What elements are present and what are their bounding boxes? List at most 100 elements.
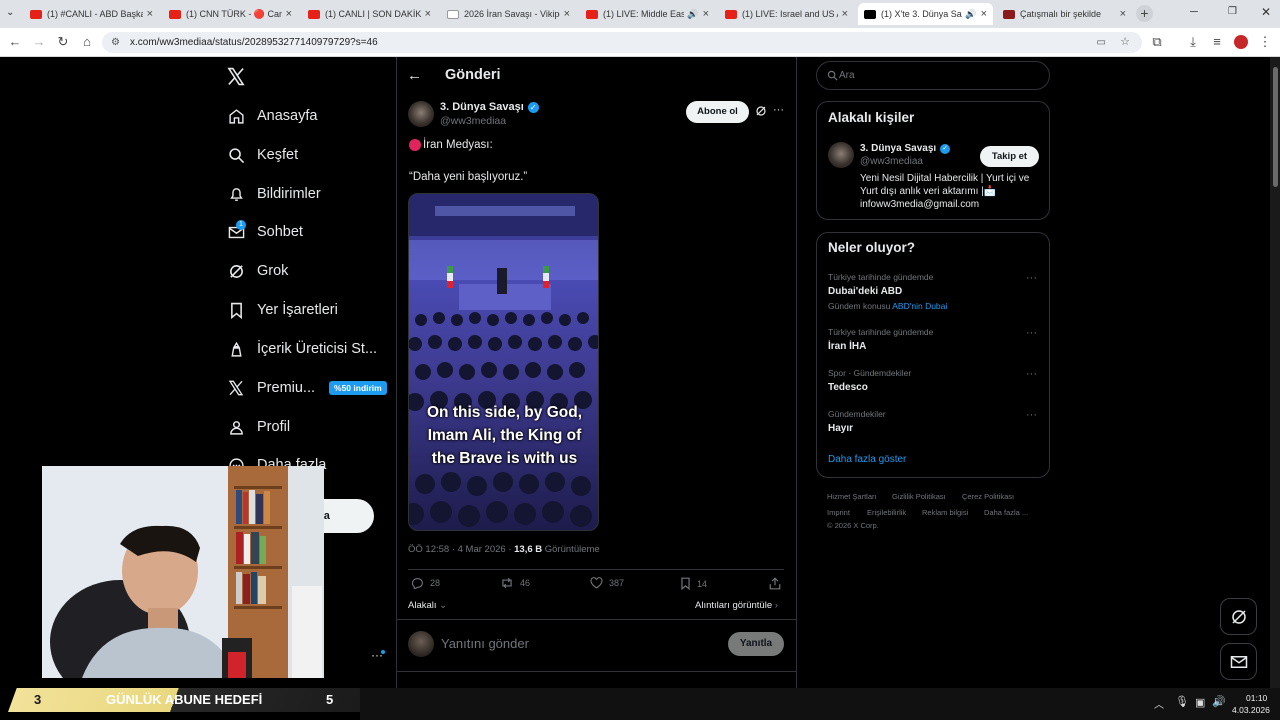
author-avatar[interactable] (408, 101, 434, 127)
footer-link[interactable]: Gizlilik Politikası (892, 492, 946, 501)
browser-tab[interactable]: (1) LIVE: Middle East 🔊 × (580, 3, 715, 25)
clock-time[interactable]: 01:10 (1246, 693, 1267, 703)
post-timestamp[interactable]: ÖÖ 12:58 · 4 Mar 2026 · (408, 544, 514, 555)
search-input[interactable]: Ara (816, 61, 1050, 90)
x-logo-icon[interactable] (226, 67, 246, 86)
tab-close-icon[interactable]: × (564, 8, 570, 20)
minimize-window-button[interactable]: ─ (1190, 6, 1198, 18)
related-name-row[interactable]: 3. Dünya Savaşı ✓ (860, 143, 951, 154)
back-arrow-button[interactable]: ← (407, 67, 422, 84)
browser-tab[interactable]: (1) CANLI | SON DAKİKA | × (302, 3, 437, 25)
trend-topic-link[interactable]: ABD'nin Dubai (892, 301, 947, 311)
tab-search-chevron-icon[interactable]: ⌄ (6, 7, 14, 18)
footer-link[interactable]: Reklam bilgisi (922, 508, 968, 517)
browser-tab[interactable]: 2026 İran Savaşı - Vikiped × (441, 3, 576, 25)
clock-date[interactable]: 4.03.2026 (1232, 705, 1270, 715)
restore-window-button[interactable]: ❐ (1228, 6, 1237, 17)
footer-link[interactable]: Imprint (827, 508, 850, 517)
bookmark-action[interactable]: 14 (680, 577, 707, 590)
repost-action[interactable]: 46 (500, 577, 530, 589)
site-info-icon[interactable]: ⚙ (111, 32, 120, 53)
account-status-dot (381, 650, 385, 654)
tab-close-icon[interactable]: × (703, 8, 709, 20)
footer-link[interactable]: Erişilebilirlik (867, 508, 906, 517)
subscribe-button[interactable]: Abone ol (686, 101, 749, 123)
display-icon[interactable]: ▣ (1195, 696, 1205, 709)
reload-icon[interactable]: ↻ (56, 35, 70, 49)
home-browser-icon[interactable]: ⌂ (80, 35, 94, 49)
related-handle[interactable]: @ww3mediaa (860, 156, 923, 167)
tab-close-icon[interactable]: × (286, 8, 292, 20)
media-control-icon[interactable]: ≡ (1210, 35, 1224, 49)
follow-button[interactable]: Takip et (980, 146, 1039, 167)
tab-close-icon[interactable]: × (981, 8, 987, 20)
footer-link[interactable]: Çerez Politikası (962, 492, 1014, 501)
back-arrow-icon[interactable]: ← (8, 35, 22, 49)
trend-item[interactable]: Türkiye tarihinde gündemde Dubai'deki ABD… (828, 272, 1040, 311)
author-name[interactable]: 3. Dünya Savaşı (440, 101, 524, 113)
nav-item[interactable]: Anasayfa (227, 103, 317, 129)
author-name-row[interactable]: 3. Dünya Savaşı ✓ (440, 101, 539, 113)
nav-item[interactable]: İçerik Üreticisi St... (227, 336, 377, 362)
trend-more-icon[interactable]: ··· (1026, 368, 1037, 380)
bookmark-star-icon[interactable]: ☆ (1120, 32, 1130, 53)
nav-item[interactable]: Grok (227, 258, 288, 284)
nav-item[interactable]: Premiu... %50 indirim (227, 375, 387, 401)
like-action[interactable]: 387 (590, 577, 624, 589)
browser-tab[interactable]: (1) LIVE: Israel and US Att × (719, 3, 854, 25)
author-handle[interactable]: @ww3mediaa (440, 115, 506, 127)
browser-menu-icon[interactable]: ⋮ (1258, 35, 1272, 49)
nav-item[interactable]: Yer İşaretleri (227, 297, 338, 323)
reply-action[interactable]: 28 (411, 577, 440, 589)
tab-close-icon[interactable]: × (1120, 8, 1126, 20)
show-more-link[interactable]: Daha fazla göster (828, 454, 906, 465)
sort-dropdown[interactable]: Alakalı ⌄ (408, 600, 447, 611)
tab-audio-icon[interactable]: 🔊 (687, 9, 698, 20)
related-name[interactable]: 3. Dünya Savaşı (860, 143, 936, 154)
messages-floating-button[interactable] (1220, 643, 1257, 680)
microphone-icon[interactable]: 🎙 (1175, 695, 1189, 708)
grok-icon[interactable] (755, 105, 767, 117)
new-tab-button[interactable]: + (1136, 5, 1153, 22)
reply-button[interactable]: Yanıtla (728, 632, 784, 656)
download-icon[interactable]: ⤓ (1186, 35, 1200, 49)
browser-tab[interactable]: (1) #CANLI - ABD Başkanı × (24, 3, 159, 25)
trend-more-icon[interactable]: ··· (1026, 409, 1037, 421)
footer-link[interactable]: Daha fazla ... (984, 508, 1028, 517)
install-app-icon[interactable]: ▭ (1097, 32, 1106, 53)
browser-tab[interactable]: (1) CNN TÜRK - 🔴 Canlı × (163, 3, 298, 25)
scrollbar-thumb[interactable] (1273, 67, 1278, 187)
trend-item[interactable]: Türkiye tarihinde gündemde İran İHA ··· (828, 327, 1040, 352)
tab-close-icon[interactable]: × (842, 8, 848, 20)
post-more-icon[interactable]: ··· (773, 104, 784, 116)
tab-audio-icon[interactable]: 🔊 (965, 9, 976, 20)
volume-icon[interactable]: 🔊 (1212, 695, 1226, 708)
premium-discount-badge: %50 indirim (329, 381, 387, 395)
tray-chevron-icon[interactable]: ︿ (1154, 696, 1164, 711)
grok-floating-button[interactable] (1220, 598, 1257, 635)
extensions-icon[interactable]: ⧉ (1150, 35, 1164, 49)
footer-link[interactable]: Hizmet Şartları (827, 492, 877, 501)
tab-close-icon[interactable]: × (425, 8, 431, 20)
tab-close-icon[interactable]: × (147, 8, 153, 20)
nav-item[interactable]: Profil (227, 414, 290, 440)
trend-item[interactable]: Gündemdekiler Hayır ··· (828, 409, 1040, 434)
page-scrollbar[interactable] (1270, 57, 1280, 688)
close-window-button[interactable]: ✕ (1261, 5, 1271, 19)
share-action[interactable] (769, 577, 787, 590)
browser-tab[interactable]: (1) X'te 3. Dünya Sava 🔊 × (858, 3, 993, 25)
post-media[interactable]: On this side, by God, Imam Ali, the King… (408, 193, 599, 531)
address-bar[interactable]: ⚙ x.com/ww3mediaa/status/202895327714097… (102, 32, 1142, 53)
browser-tab[interactable]: Çatışmalı bir şekilde × (997, 3, 1132, 25)
nav-item[interactable]: Bildirimler (227, 181, 321, 207)
trend-more-icon[interactable]: ··· (1026, 272, 1037, 284)
reply-input[interactable]: Yanıtını gönder (441, 636, 529, 651)
profile-avatar-icon[interactable] (1234, 35, 1248, 49)
trend-more-icon[interactable]: ··· (1026, 327, 1037, 339)
nav-item[interactable]: 1 Sohbet (227, 219, 303, 245)
trend-item[interactable]: Spor · Gündemdekiler Tedesco ··· (828, 368, 1040, 393)
related-avatar[interactable] (828, 142, 854, 168)
nav-item[interactable]: Keşfet (227, 142, 298, 168)
view-quotes-link[interactable]: Alıntıları görüntüle › (695, 600, 778, 611)
forward-arrow-icon[interactable]: → (32, 35, 46, 49)
